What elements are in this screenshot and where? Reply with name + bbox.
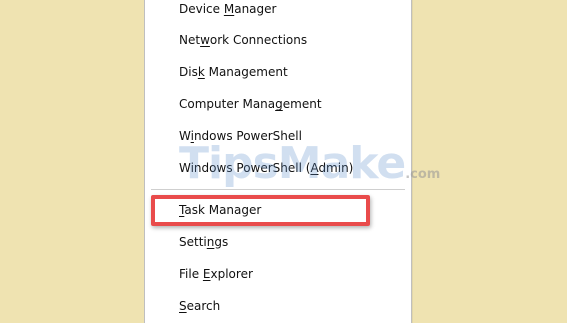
- menu-item-device-manager[interactable]: Device Manager: [179, 0, 276, 20]
- menu-item-label: Windows PowerShell (Admin): [179, 161, 354, 175]
- menu-item-label: Settings: [179, 235, 229, 249]
- menu-item-windows-powershell-admin[interactable]: Windows PowerShell (Admin): [179, 157, 353, 179]
- menu-item-network-connections[interactable]: Network Connections: [179, 29, 307, 51]
- menu-item-label: Network Connections: [179, 33, 308, 47]
- menu-item-label: Task Manager: [179, 203, 262, 217]
- menu-item-label: Search: [179, 299, 221, 313]
- menu-item-label: Disk Management: [179, 65, 288, 79]
- winx-context-menu: Device Manager Network Connections Disk …: [144, 0, 412, 323]
- menu-item-label: Device Manager: [179, 2, 277, 16]
- menu-item-file-explorer[interactable]: File Explorer: [179, 263, 253, 285]
- menu-item-windows-powershell[interactable]: Windows PowerShell: [179, 125, 302, 147]
- menu-item-label: Windows PowerShell: [179, 129, 302, 143]
- screenshot-root: Device Manager Network Connections Disk …: [0, 0, 567, 323]
- menu-item-search[interactable]: Search: [179, 295, 220, 317]
- menu-item-task-manager[interactable]: Task Manager: [179, 199, 261, 221]
- menu-item-label: Computer Management: [179, 97, 322, 111]
- menu-item-computer-management[interactable]: Computer Management: [179, 93, 322, 115]
- menu-item-disk-management[interactable]: Disk Management: [179, 61, 288, 83]
- menu-separator: [151, 189, 405, 190]
- menu-item-label: File Explorer: [179, 267, 253, 281]
- menu-item-settings[interactable]: Settings: [179, 231, 228, 253]
